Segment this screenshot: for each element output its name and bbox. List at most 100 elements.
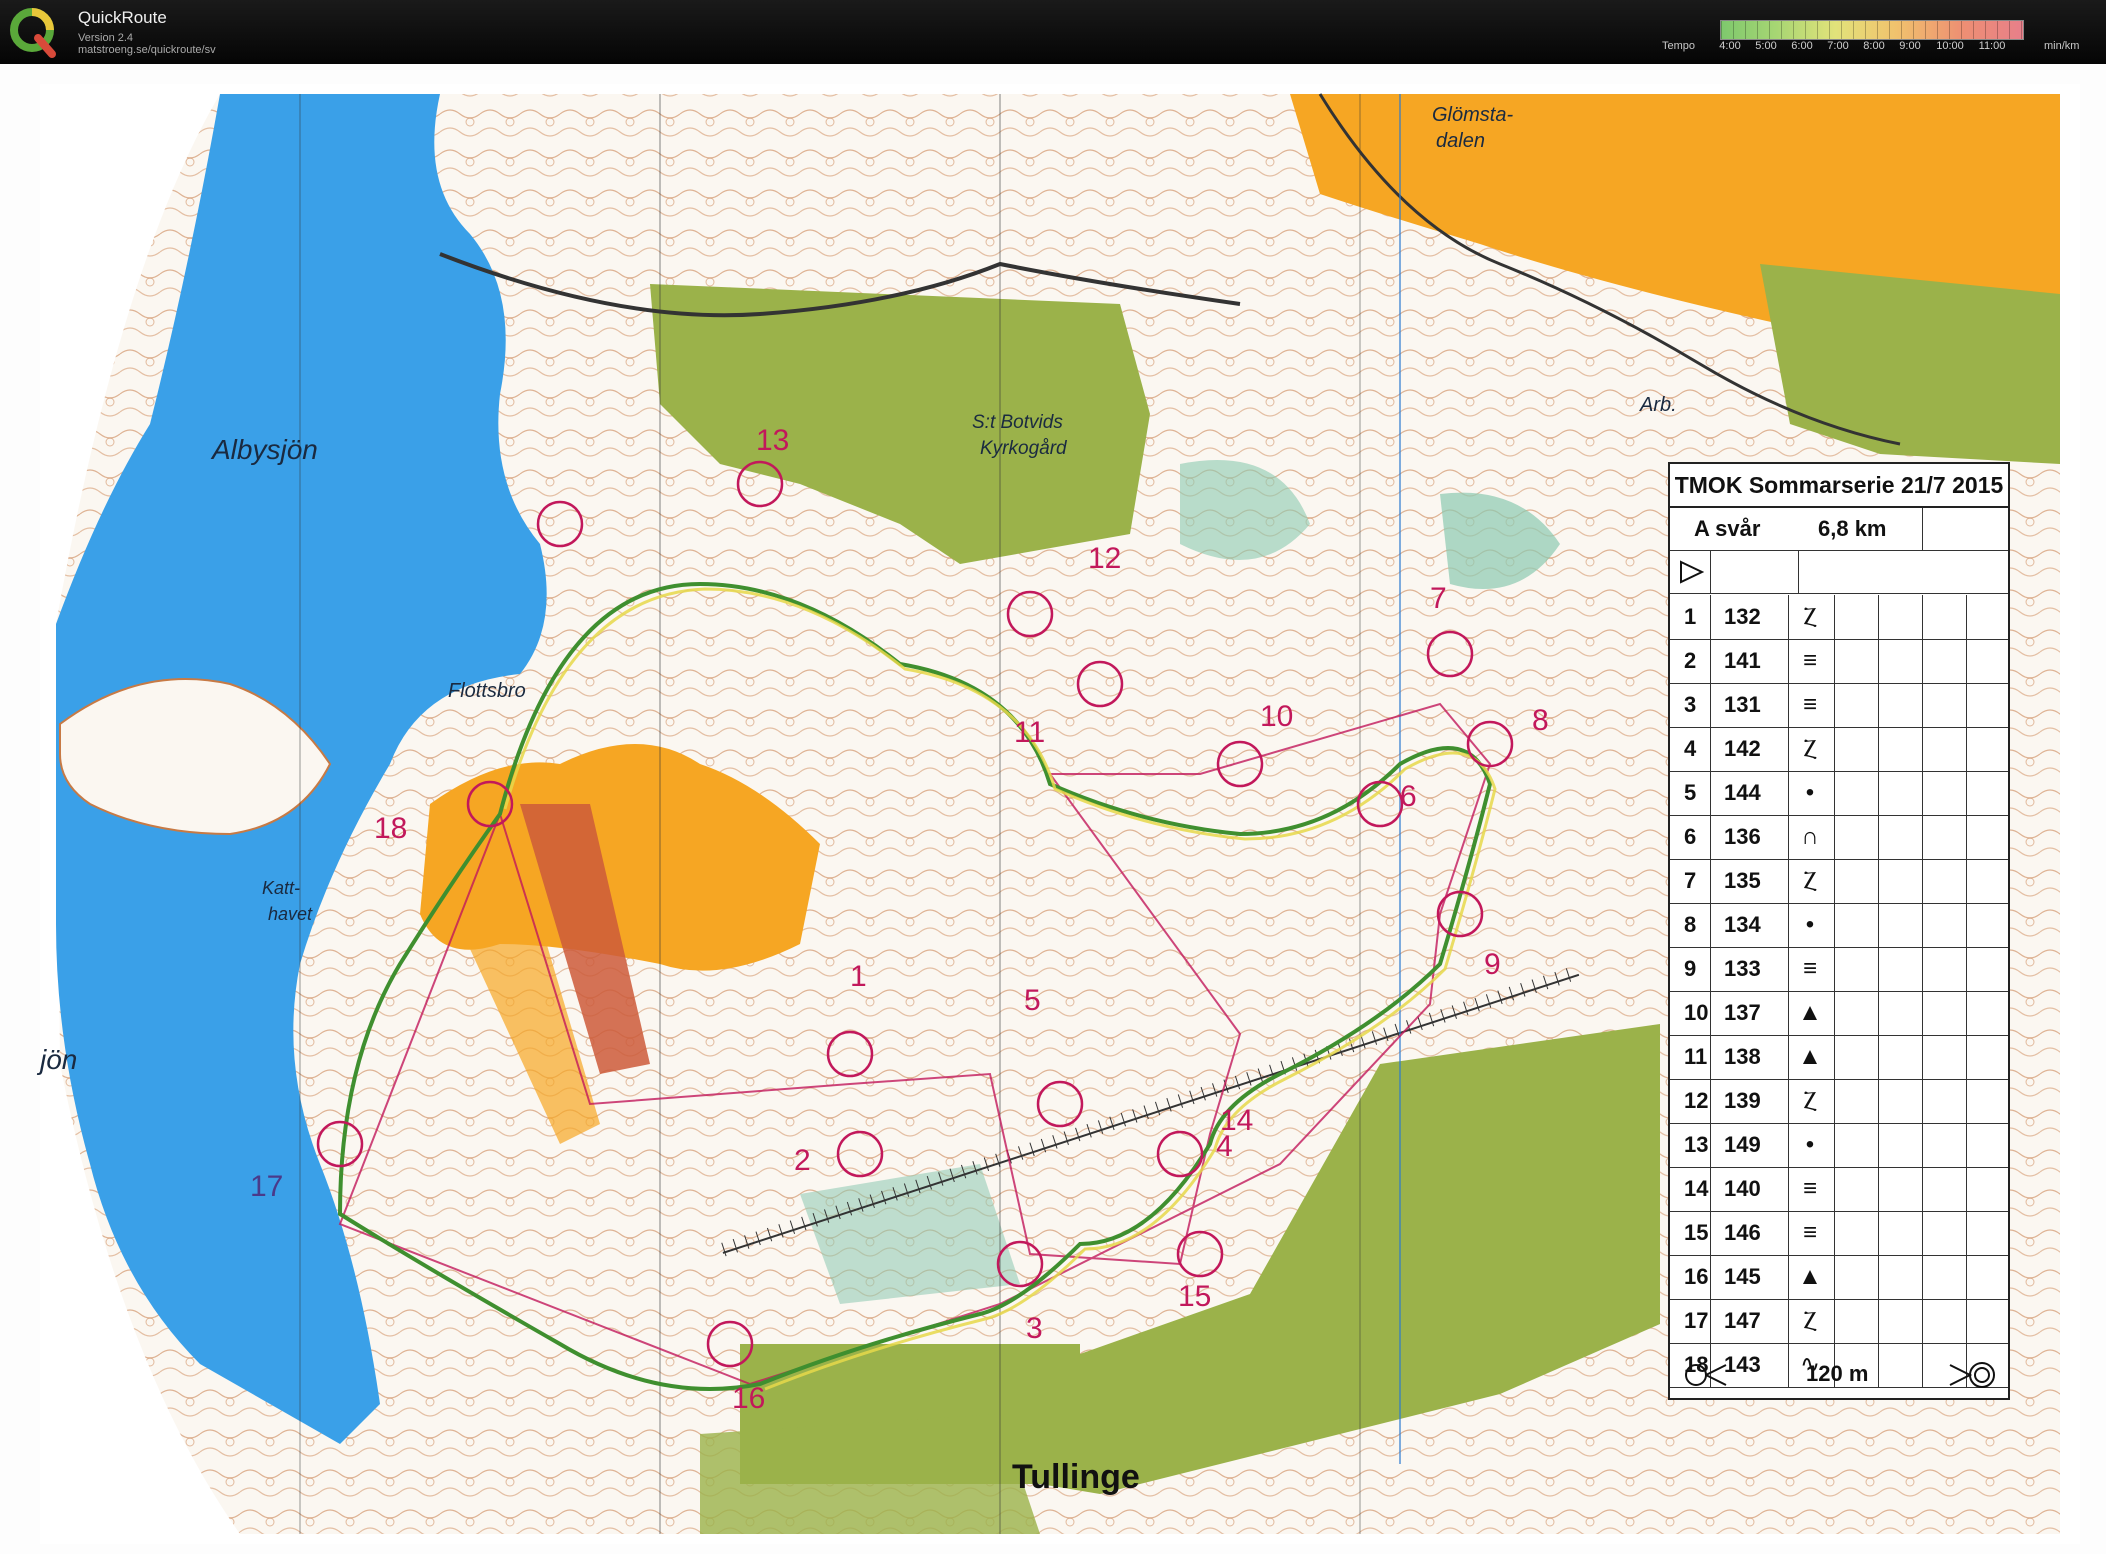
control-row: 9 133 ≡ xyxy=(1670,947,2008,992)
control-row-symbol-icon: ≡ xyxy=(1802,691,1817,718)
control-row-number: 4 xyxy=(1684,736,1697,761)
control-row-number: 3 xyxy=(1684,692,1697,717)
control-row-symbol-icon: • xyxy=(1805,779,1815,806)
control-row-symbol-icon: Ⲍ xyxy=(1803,1307,1817,1334)
control-row-symbol-icon: ≡ xyxy=(1802,1175,1817,1202)
control-row-number: 7 xyxy=(1684,868,1697,893)
control-row: 10 137 ▲ xyxy=(1670,991,2008,1036)
tempo-tick: 9:00 xyxy=(1899,40,1921,52)
tempo-tick: 5:00 xyxy=(1755,40,1777,52)
control-row-code: 136 xyxy=(1724,824,1761,849)
control-row-code: 138 xyxy=(1724,1044,1761,1069)
control-number: 15 xyxy=(1178,1280,1212,1313)
control-number: 9 xyxy=(1484,948,1501,981)
control-row-number: 12 xyxy=(1684,1088,1709,1113)
control-row-code: 137 xyxy=(1724,1000,1761,1025)
app-title: QuickRoute xyxy=(78,8,167,27)
tempo-tick: 7:00 xyxy=(1827,40,1849,52)
finish-circle-icon xyxy=(1949,1362,1995,1388)
place-name-botvid: S:t Botvids xyxy=(972,412,1063,433)
control-row-number: 14 xyxy=(1684,1176,1709,1201)
place-name-albysjon: Albysjön xyxy=(212,434,318,465)
control-row-symbol-icon: • xyxy=(1805,911,1815,938)
app-header: QuickRoute Version 2.4 matstroeng.se/qui… xyxy=(0,0,2106,64)
control-row-number: 8 xyxy=(1684,912,1697,937)
control-number: 10 xyxy=(1260,700,1294,733)
control-description-title: TMOK Sommarserie 21/7 2015 xyxy=(1670,464,2008,508)
control-row: 2 141 ≡ xyxy=(1670,639,2008,684)
control-row-symbol-icon: Ⲍ xyxy=(1803,603,1817,630)
control-row-number: 17 xyxy=(1684,1308,1709,1333)
control-row-symbol-icon: Ⲍ xyxy=(1803,735,1817,762)
control-row-symbol-icon: ▲ xyxy=(1798,999,1822,1026)
control-row-code: 141 xyxy=(1724,648,1761,673)
control-row-number: 9 xyxy=(1684,956,1697,981)
control-row-number: 5 xyxy=(1684,780,1697,805)
place-name-flottsbro: Flottsbro xyxy=(448,680,526,702)
control-number: 18 xyxy=(374,812,408,845)
place-name-arb: Arb. xyxy=(1640,394,1677,416)
control-row-code: 132 xyxy=(1724,604,1761,629)
control-row-code: 142 xyxy=(1724,736,1761,761)
control-row-number: 2 xyxy=(1684,648,1697,673)
control-row-symbol-icon: ≡ xyxy=(1802,1219,1817,1246)
app-url[interactable]: matstroeng.se/quickroute/sv xyxy=(78,44,216,56)
control-row: 12 139 Ⲍ xyxy=(1670,1079,2008,1124)
control-row-number: 10 xyxy=(1684,1000,1709,1025)
tempo-label: Tempo xyxy=(1662,40,1696,52)
control-row-code: 146 xyxy=(1724,1220,1761,1245)
control-row-code: 133 xyxy=(1724,956,1761,981)
control-number: 1 xyxy=(850,960,867,993)
control-number: 17 xyxy=(250,1170,284,1203)
control-row: 5 144 • xyxy=(1670,771,2008,816)
control-row-code: 139 xyxy=(1724,1088,1761,1113)
control-row-number: 15 xyxy=(1684,1220,1709,1245)
control-row: 15 146 ≡ xyxy=(1670,1211,2008,1256)
place-name-glomstadalen: Glömsta- xyxy=(1432,104,1514,126)
control-number: 8 xyxy=(1532,704,1549,737)
control-row-number: 1 xyxy=(1684,604,1697,629)
control-row-symbol-icon: Ⲍ xyxy=(1803,1087,1817,1114)
control-number: 16 xyxy=(732,1382,766,1415)
tempo-color-bar xyxy=(1720,20,2024,40)
control-row: 14 140 ≡ xyxy=(1670,1167,2008,1212)
quickroute-logo-icon xyxy=(10,8,56,58)
control-row-code: 144 xyxy=(1724,780,1761,805)
course-length: 6,8 km xyxy=(1818,516,1887,541)
control-row-code: 134 xyxy=(1724,912,1761,937)
control-row-symbol-icon: ▲ xyxy=(1798,1043,1822,1070)
map-view[interactable]: Albysjön jön Flottsbro Katt- havet Glöms… xyxy=(0,64,2106,1554)
tempo-tick: 8:00 xyxy=(1863,40,1885,52)
control-row-number: 16 xyxy=(1684,1264,1709,1289)
place-name-katthavet: Katt- xyxy=(262,878,301,898)
control-number: 11 xyxy=(1014,716,1046,749)
control-row: 6 136 ∩ xyxy=(1670,815,2008,860)
control-number: 14 xyxy=(1220,1104,1254,1137)
control-row: 3 131 ≡ xyxy=(1670,683,2008,728)
control-row: 17 147 Ⲍ xyxy=(1670,1299,2008,1344)
control-row: 16 145 ▲ xyxy=(1670,1255,2008,1300)
finish-distance: 120 m xyxy=(1806,1361,1869,1386)
control-row-symbol-icon: ≡ xyxy=(1802,955,1817,982)
control-row: 8 134 • xyxy=(1670,903,2008,948)
tempo-tick: 10:00 xyxy=(1936,40,1964,52)
control-row-code: 145 xyxy=(1724,1264,1761,1289)
control-row: 7 135 Ⲍ xyxy=(1670,859,2008,904)
control-row-number: 6 xyxy=(1684,824,1697,849)
control-row-symbol-icon: ∩ xyxy=(1801,823,1819,850)
control-row-code: 140 xyxy=(1724,1176,1761,1201)
control-row-code: 135 xyxy=(1724,868,1761,893)
control-row-code: 147 xyxy=(1724,1308,1761,1333)
course-name: A svår xyxy=(1694,516,1761,541)
control-row-symbol-icon: • xyxy=(1805,1131,1815,1158)
control-row: 1 132 Ⲍ xyxy=(1670,595,2008,640)
settlement-south xyxy=(700,1414,1040,1534)
start-row xyxy=(1670,551,2008,594)
tempo-tick: 4:00 xyxy=(1719,40,1741,52)
place-name-tullinge: Tullinge xyxy=(1012,1458,1140,1496)
control-row-number: 11 xyxy=(1684,1044,1708,1069)
control-row: 4 142 Ⲍ xyxy=(1670,727,2008,772)
app-version: Version 2.4 xyxy=(78,32,134,44)
control-number: 7 xyxy=(1430,582,1447,615)
finish-row: 120 m xyxy=(1670,1353,2008,1395)
